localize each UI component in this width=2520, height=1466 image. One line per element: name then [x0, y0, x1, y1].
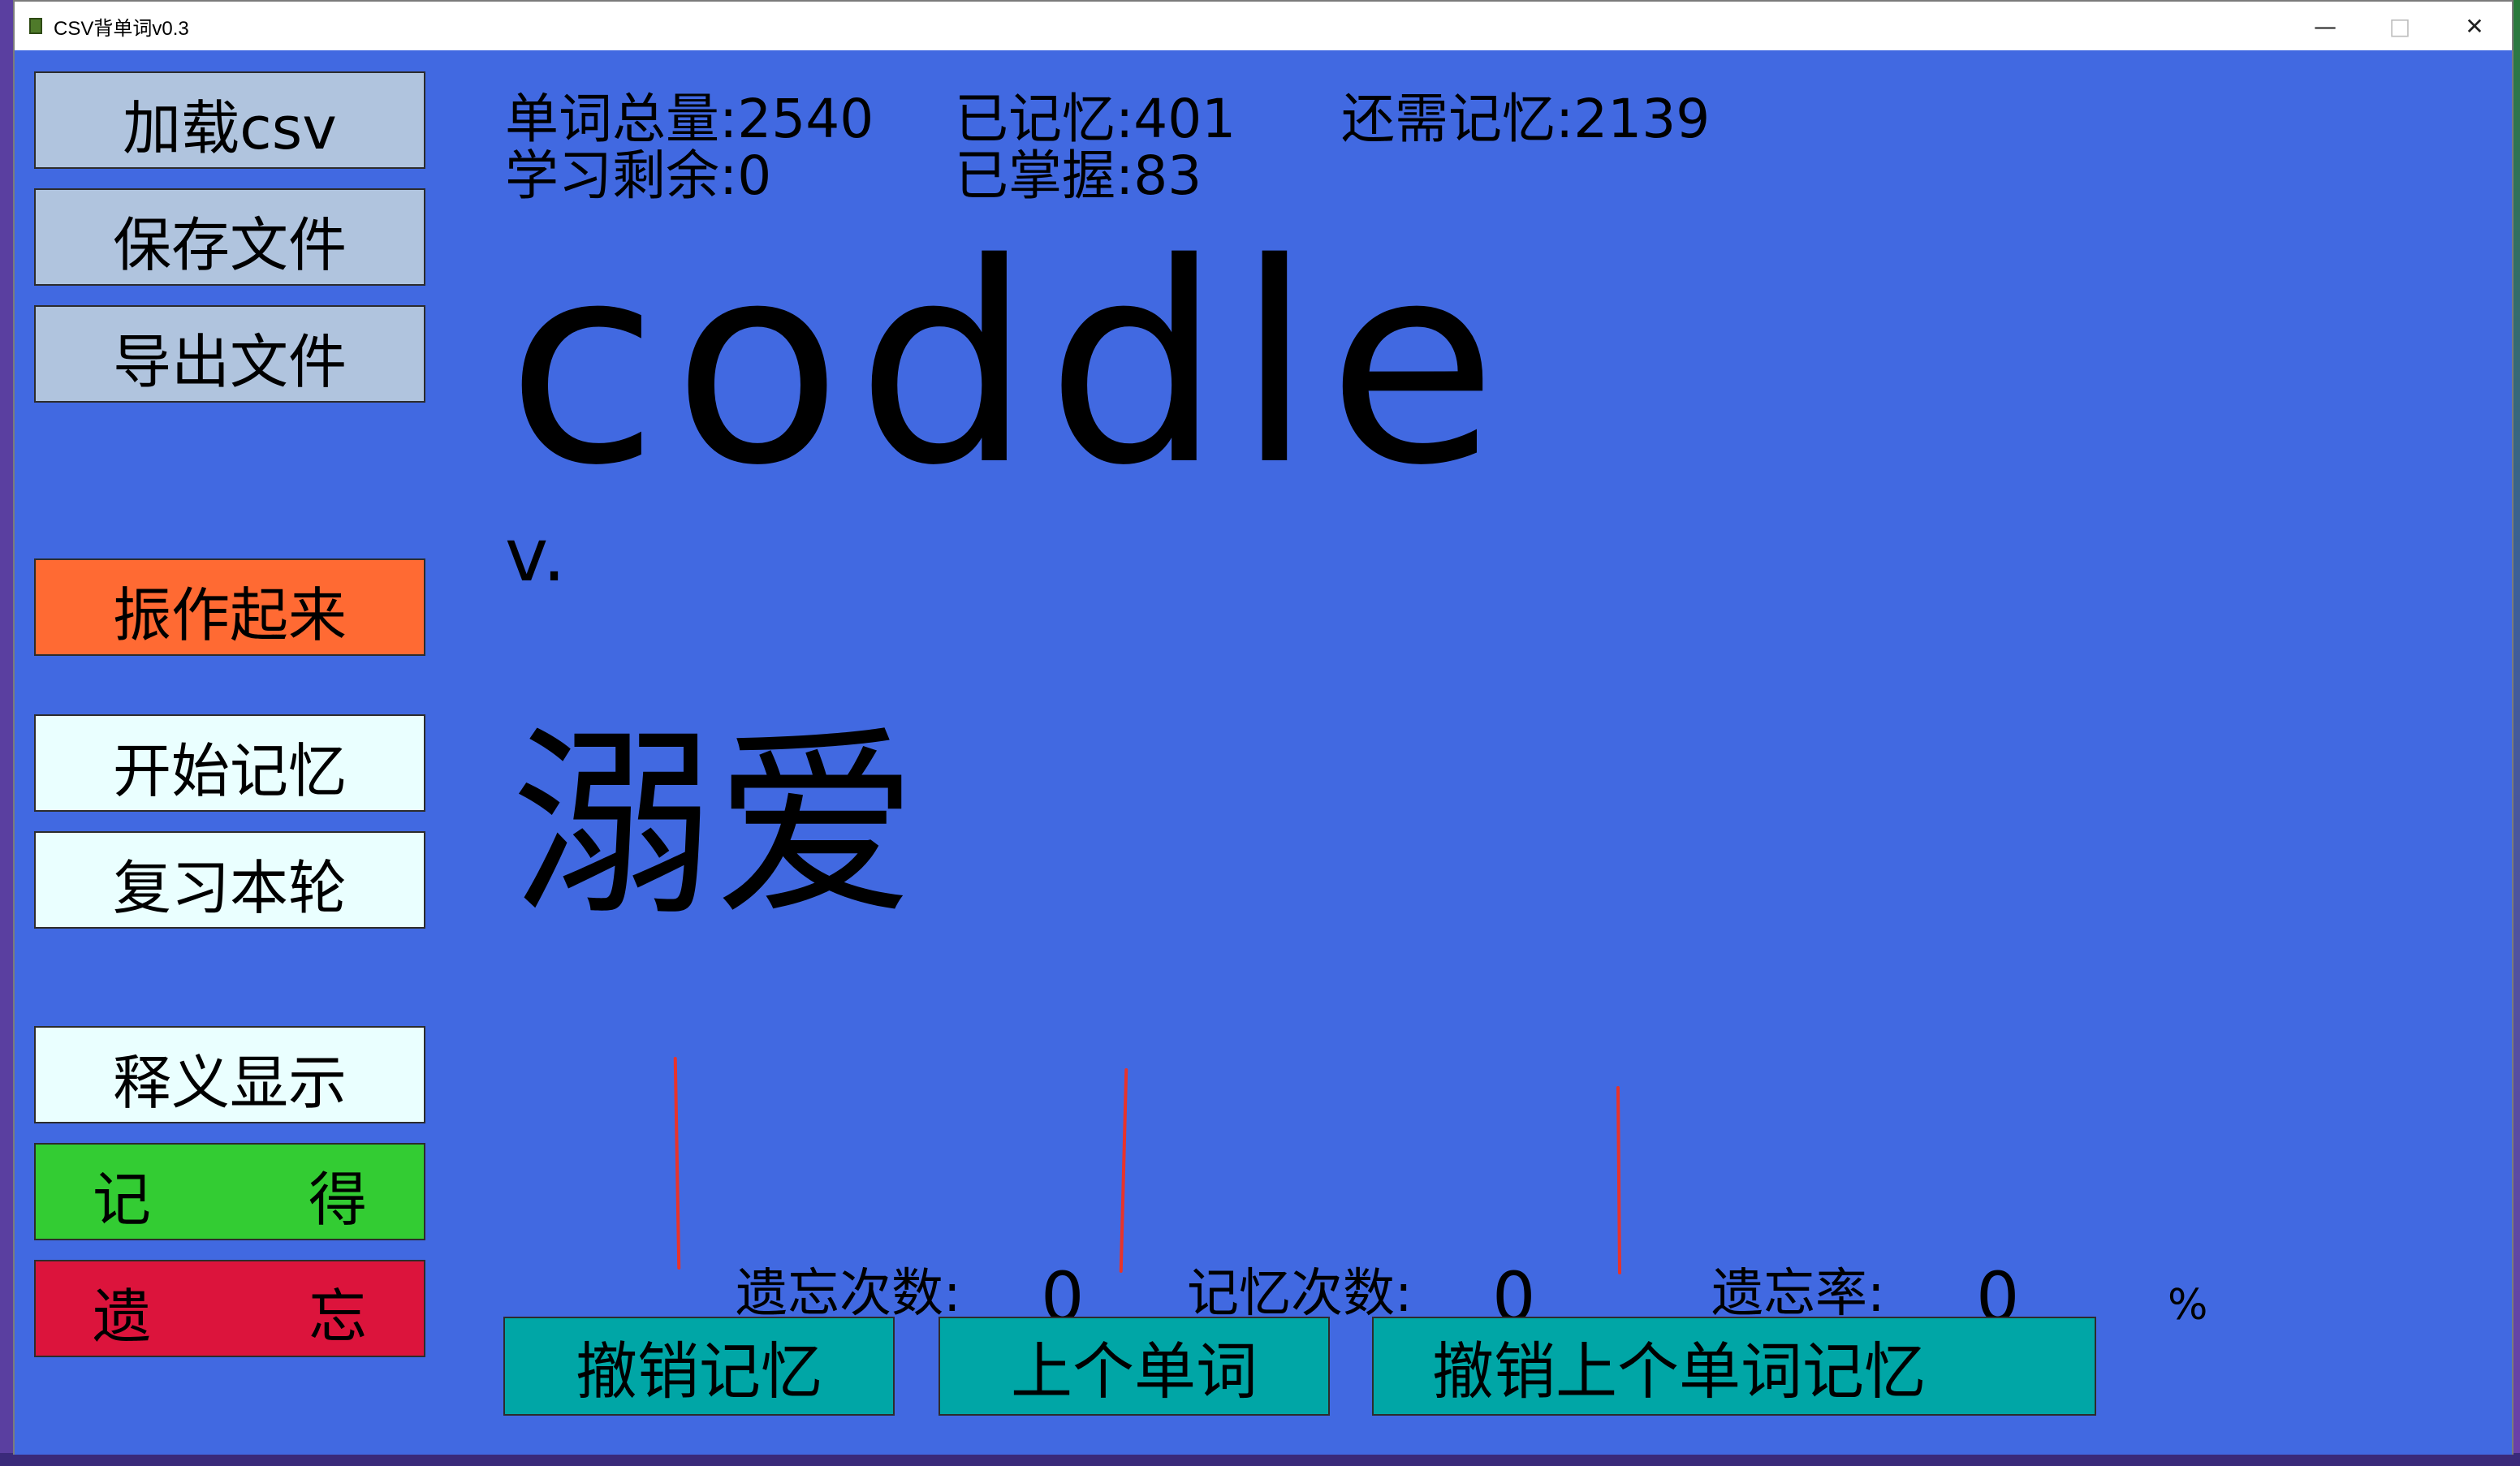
- close-icon[interactable]: ✕: [2437, 2, 2512, 50]
- main-panel: 加载csv 保存文件 导出文件 振作起来 开始记忆 复习本轮 释义显示 记 得 …: [15, 50, 2512, 1455]
- undo-previous-memory-button[interactable]: 撤销上个单词记忆: [1372, 1317, 2096, 1416]
- remaining-to-memorize-stat: 还需记忆:2139: [1341, 88, 1711, 150]
- export-file-button[interactable]: 导出文件: [34, 305, 425, 403]
- memorized-stat: 已记忆:401: [955, 88, 1236, 150]
- study-remaining-stat: 学习剩余:0: [505, 144, 772, 207]
- load-csv-label: 加载csv: [123, 93, 337, 162]
- remember-label-left: 记: [93, 1165, 152, 1234]
- forget-label-left: 遗: [93, 1282, 152, 1351]
- forget-rate-label: 遗忘率:: [1711, 1264, 1885, 1324]
- save-file-button[interactable]: 保存文件: [34, 188, 425, 286]
- app-window: CSV背单词v0.3 — □ ✕ 加载csv 保存文件 导出文件 振作起来 开始…: [13, 0, 2514, 1455]
- annotation-arrow-2: [1119, 1067, 1128, 1274]
- remember-button[interactable]: 记 得: [34, 1143, 425, 1240]
- review-round-label: 复习本轮: [112, 853, 347, 922]
- maximize-icon[interactable]: □: [2362, 2, 2437, 50]
- remember-label-right: 得: [308, 1165, 367, 1234]
- show-meaning-button[interactable]: 释义显示: [34, 1026, 425, 1123]
- total-words-stat: 单词总量:2540: [505, 88, 874, 150]
- undo-memory-label: 撤销记忆: [576, 1335, 822, 1408]
- forget-button[interactable]: 遗 忘: [34, 1260, 425, 1357]
- annotation-arrow-3: [1616, 1085, 1622, 1275]
- forget-label-right: 忘: [308, 1282, 367, 1351]
- percent-sign: %: [2168, 1281, 2208, 1330]
- current-word: coddle: [507, 205, 1512, 526]
- undo-previous-memory-label: 撤销上个单词记忆: [1432, 1335, 1926, 1408]
- part-of-speech: v.: [505, 513, 566, 598]
- review-round-button[interactable]: 复习本轮: [34, 831, 425, 929]
- start-memory-button[interactable]: 开始记忆: [34, 714, 425, 812]
- window-title: CSV背单词v0.3: [54, 17, 189, 40]
- undo-memory-button[interactable]: 撤销记忆: [503, 1317, 895, 1416]
- cheer-up-label: 振作起来: [112, 580, 347, 649]
- load-csv-button[interactable]: 加载csv: [34, 71, 425, 169]
- previous-word-button[interactable]: 上个单词: [939, 1317, 1330, 1416]
- previous-word-label: 上个单词: [1011, 1335, 1258, 1408]
- save-file-label: 保存文件: [112, 210, 347, 279]
- word-meaning: 溺爱: [511, 707, 917, 943]
- forget-count-label: 遗忘次数:: [736, 1264, 961, 1324]
- window-controls: — □ ✕: [2288, 2, 2512, 50]
- title-bar[interactable]: CSV背单词v0.3 — □ ✕: [15, 2, 2512, 50]
- minimize-icon[interactable]: —: [2288, 2, 2362, 50]
- annotation-arrow-1: [673, 1056, 681, 1270]
- start-memory-label: 开始记忆: [112, 736, 347, 805]
- memory-count-label: 记忆次数:: [1187, 1264, 1413, 1324]
- export-file-label: 导出文件: [112, 327, 347, 396]
- app-icon: [29, 18, 42, 34]
- mastered-stat: 已掌握:83: [955, 144, 1202, 207]
- desktop-taskbar-strip: [0, 1453, 2520, 1466]
- show-meaning-label: 释义显示: [112, 1048, 347, 1117]
- cheer-up-button[interactable]: 振作起来: [34, 558, 425, 656]
